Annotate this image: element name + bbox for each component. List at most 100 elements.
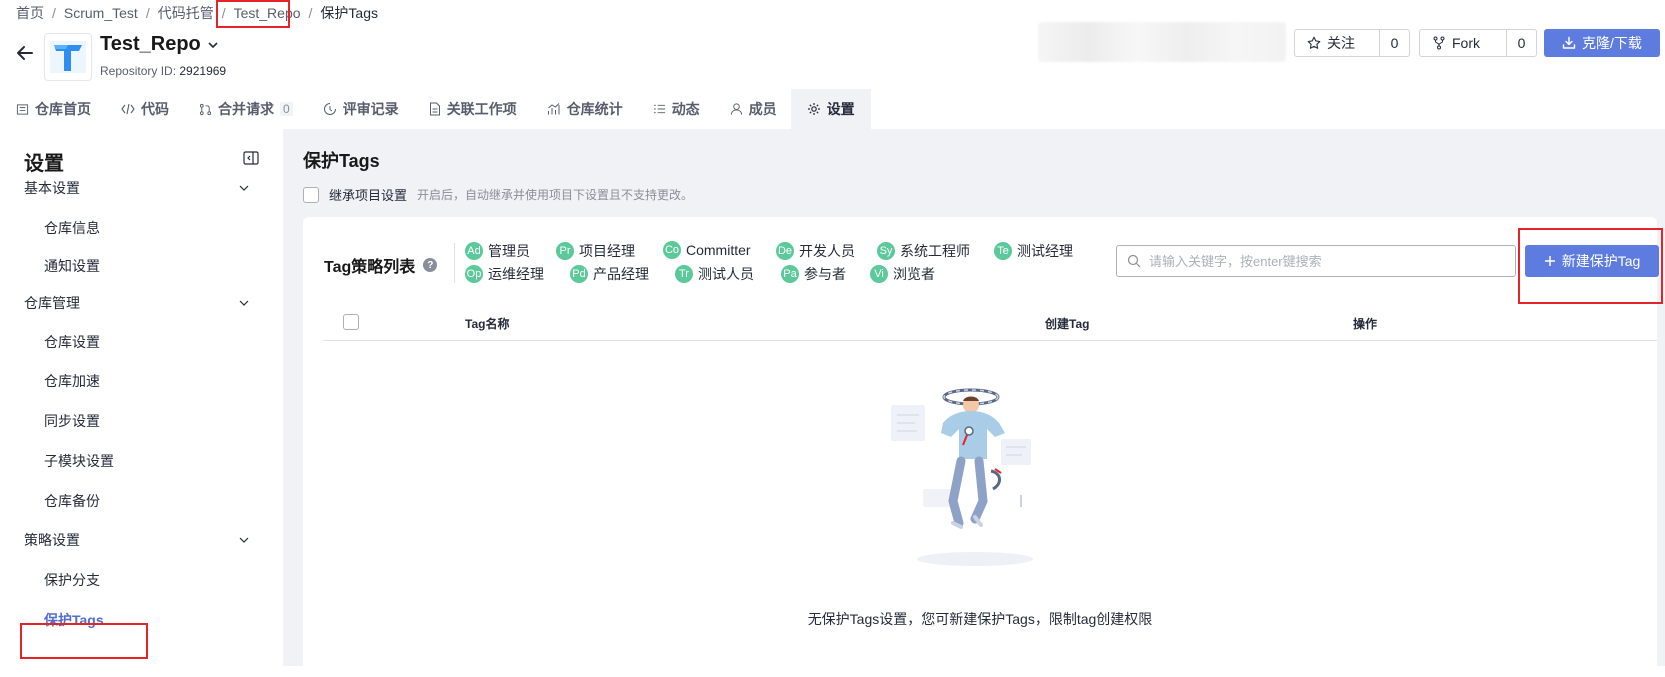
tag-policy-list-title-text: Tag策略列表 xyxy=(324,259,416,276)
sidebar-item-repo-acceleration[interactable]: 仓库加速 xyxy=(44,366,100,396)
repo-logo-icon xyxy=(50,41,86,73)
tag-policy-list-title: Tag策略列表 ? xyxy=(324,253,438,277)
merge-request-count-badge: 0 xyxy=(280,102,293,116)
sidebar-group-basic-settings[interactable]: 基本设置 xyxy=(24,173,250,203)
tag-search-box xyxy=(1116,245,1516,277)
role-label: 测试人员 xyxy=(698,266,754,282)
tag-search-input[interactable] xyxy=(1149,253,1515,269)
role-avatar: De xyxy=(776,242,794,260)
role-project-manager: Pr 项目经理 xyxy=(556,241,635,261)
tab-members[interactable]: 成员 xyxy=(714,89,791,129)
code-icon xyxy=(121,103,135,115)
select-all-checkbox[interactable] xyxy=(343,314,359,330)
sidebar-group-repo-management[interactable]: 仓库管理 xyxy=(24,288,250,318)
role-participant: Pa 参与者 xyxy=(781,264,846,284)
tab-merge-requests[interactable]: 合并请求 0 xyxy=(183,89,307,129)
inherit-project-settings-desc: 开启后，自动继承并使用项目下设置且不支持更改。 xyxy=(417,188,694,202)
fork-button-group: Fork 0 xyxy=(1419,29,1537,57)
tab-label: 设置 xyxy=(826,101,855,117)
sidebar-item-repo-backup[interactable]: 仓库备份 xyxy=(44,486,100,516)
repo-logo xyxy=(44,33,92,81)
table-header: Tag名称 创建Tag 操作 xyxy=(323,303,1657,341)
sidebar-group-policy-settings[interactable]: 策略设置 xyxy=(24,525,250,555)
empty-state-illustration-icon xyxy=(891,388,1033,566)
breadcrumb-home[interactable]: 首页 xyxy=(16,3,44,23)
tab-activity[interactable]: 动态 xyxy=(637,89,714,129)
breadcrumb-current: 保护Tags xyxy=(320,5,378,21)
new-protected-tag-label: 新建保护Tag xyxy=(1561,253,1641,269)
role-committer: Co Committer xyxy=(663,241,751,259)
back-arrow-icon[interactable] xyxy=(14,42,36,64)
breadcrumb-separator: / xyxy=(221,5,226,21)
tab-label: 关联工作项 xyxy=(446,101,517,117)
role-admin: Ad 管理员 xyxy=(465,241,530,261)
breadcrumb-separator: / xyxy=(308,5,313,21)
role-avatar: Sy xyxy=(877,242,895,260)
tab-review-records[interactable]: 评审记录 xyxy=(307,89,413,129)
sidebar-item-repo-settings[interactable]: 仓库设置 xyxy=(44,327,100,357)
sidebar-group-label: 基本设置 xyxy=(24,180,80,196)
repo-tabs: 仓库首页 代码 合并请求 0 评审记录 关联工作项 仓库统计 动态 成员 设置 xyxy=(0,89,871,129)
tab-repo-home[interactable]: 仓库首页 xyxy=(0,89,105,129)
role-viewer: Vi 浏览者 xyxy=(870,264,935,284)
search-icon xyxy=(1127,254,1141,268)
sidebar-item-notification-settings[interactable]: 通知设置 xyxy=(44,251,100,281)
role-label: 产品经理 xyxy=(593,266,649,282)
role-avatar: Co xyxy=(663,241,681,259)
new-protected-tag-button[interactable]: 新建保护Tag xyxy=(1525,245,1659,277)
chart-icon xyxy=(547,103,560,115)
role-label: 系统工程师 xyxy=(900,243,970,259)
tab-linked-work-items[interactable]: 关联工作项 xyxy=(413,89,531,129)
repo-name[interactable]: Test_Repo xyxy=(100,33,219,56)
chevron-down-icon xyxy=(239,300,249,306)
repo-name-text: Test_Repo xyxy=(100,33,201,55)
tag-policy-card: Tag策略列表 ? Ad 管理员 Pr 项目经理 Co Committer De 开发人… xyxy=(303,217,1663,677)
tab-settings[interactable]: 设置 xyxy=(790,89,871,129)
role-system-engineer: Sy 系统工程师 xyxy=(877,241,970,261)
tab-repo-statistics[interactable]: 仓库统计 xyxy=(531,89,637,129)
tab-label: 评审记录 xyxy=(342,101,399,117)
sidebar-item-repo-info[interactable]: 仓库信息 xyxy=(44,213,100,243)
tab-label: 动态 xyxy=(671,101,700,117)
role-avatar: Tr xyxy=(675,265,693,283)
list-icon xyxy=(653,104,665,114)
watch-count[interactable]: 0 xyxy=(1379,30,1409,56)
gear-icon xyxy=(807,103,820,115)
watch-button-group: 关注 0 xyxy=(1294,29,1410,57)
role-label: 运维经理 xyxy=(488,266,544,282)
main-content: 保护Tags 继承项目设置 开启后，自动继承并使用项目下设置且不支持更改。 Ta… xyxy=(283,129,1665,677)
role-avatar: Op xyxy=(465,265,483,283)
inherit-project-settings-checkbox[interactable] xyxy=(303,186,319,203)
document-icon xyxy=(429,102,440,116)
review-icon xyxy=(323,103,336,115)
sidebar-item-protected-tags[interactable]: 保护Tags xyxy=(44,605,104,635)
breadcrumb-project[interactable]: Scrum_Test xyxy=(64,5,138,21)
sidebar-item-sync-settings[interactable]: 同步设置 xyxy=(44,406,100,436)
fork-count[interactable]: 0 xyxy=(1506,30,1536,56)
role-avatar: Pa xyxy=(781,265,799,283)
tab-code[interactable]: 代码 xyxy=(105,89,183,129)
help-icon[interactable]: ? xyxy=(423,258,438,272)
breadcrumb-repo[interactable]: Test_Repo xyxy=(234,5,301,21)
breadcrumb: 首页 / Scrum_Test / 代码托管 / Test_Repo / 保护T… xyxy=(16,4,378,22)
chevron-down-icon xyxy=(239,537,249,543)
role-test-manager: Te 测试经理 xyxy=(994,241,1073,261)
sidebar-group-label: 策略设置 xyxy=(24,532,80,548)
clone-download-label: 克隆/下载 xyxy=(1582,35,1642,51)
role-label: 项目经理 xyxy=(579,243,635,259)
repo-id-value: 2921969 xyxy=(179,64,227,78)
fork-icon xyxy=(1433,36,1445,50)
repo-home-icon xyxy=(16,103,29,115)
chevron-down-icon xyxy=(239,185,249,191)
role-label: 开发人员 xyxy=(799,243,855,259)
role-avatar: Te xyxy=(994,242,1012,260)
page-title: 保护Tags xyxy=(303,151,380,171)
sidebar-collapse-icon[interactable] xyxy=(242,149,260,167)
sidebar-item-submodule-settings[interactable]: 子模块设置 xyxy=(44,446,114,476)
sidebar-item-protected-branches[interactable]: 保护分支 xyxy=(44,565,100,595)
download-icon xyxy=(1562,36,1576,49)
watch-button[interactable]: 关注 xyxy=(1295,30,1379,56)
fork-button[interactable]: Fork xyxy=(1420,30,1506,56)
clone-download-button[interactable]: 克隆/下载 xyxy=(1544,29,1660,57)
breadcrumb-code-hosting[interactable]: 代码托管 xyxy=(158,3,214,23)
